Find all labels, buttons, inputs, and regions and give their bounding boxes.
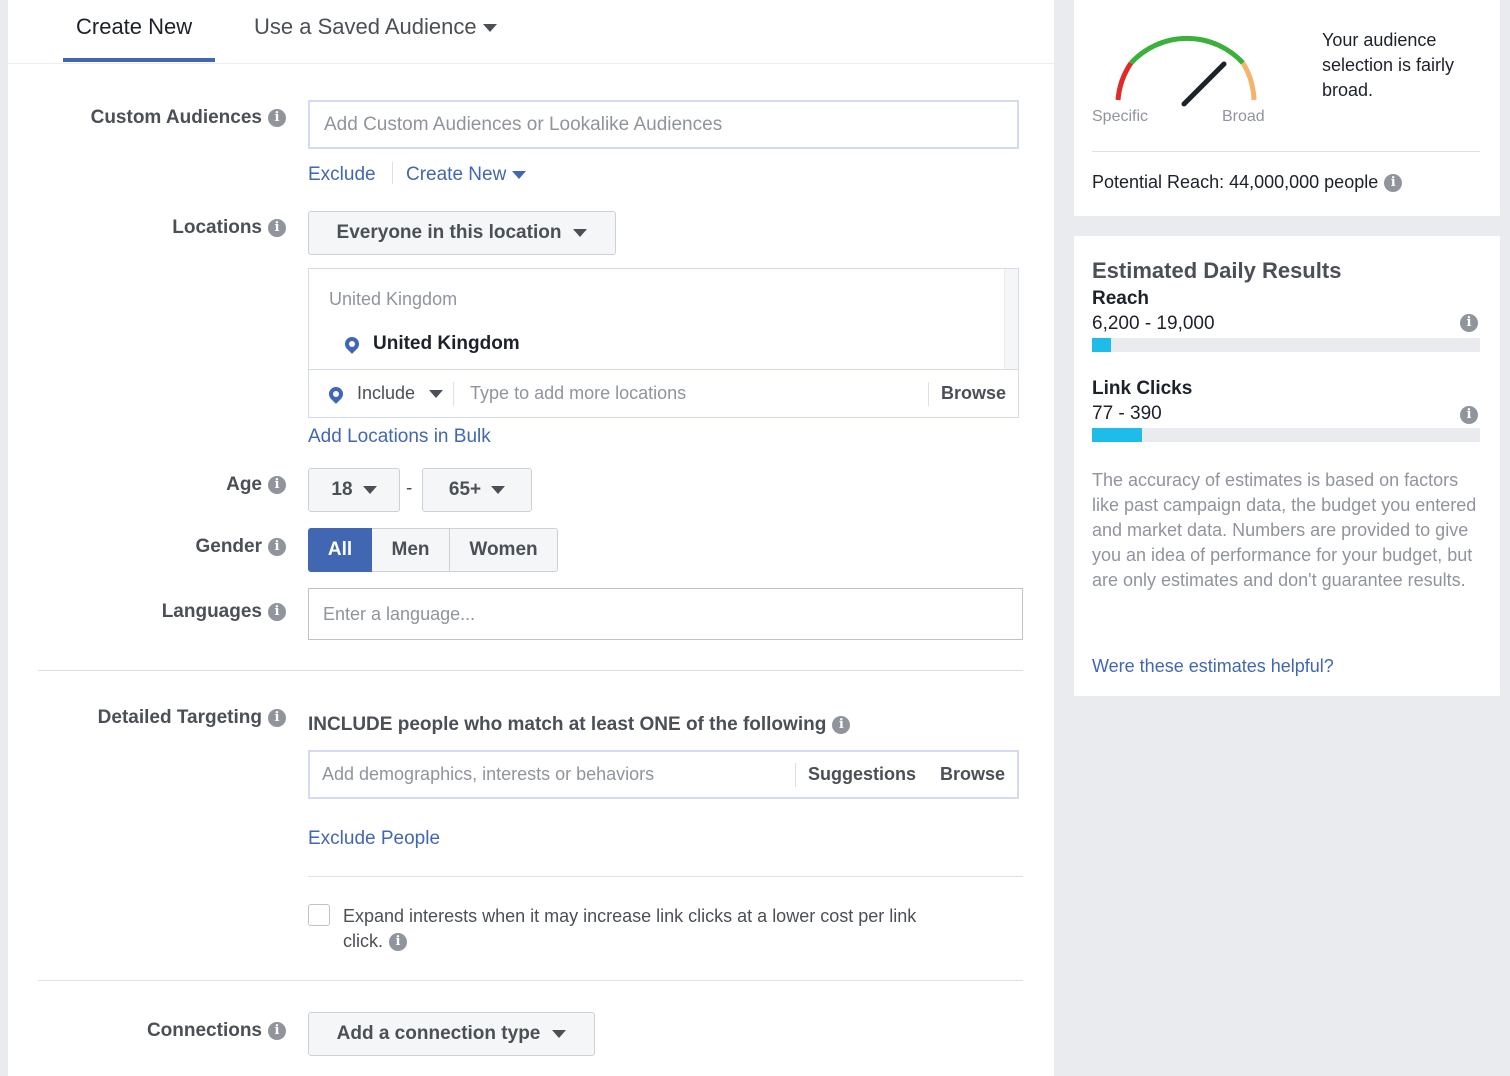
location-add-row: Include Type to add more locations Brows… — [309, 369, 1018, 417]
gender-segmented-control: All Men Women — [308, 528, 558, 572]
targeting-search-input[interactable]: Add demographics, interests or behaviors — [322, 764, 795, 785]
location-search-input[interactable]: Type to add more locations — [470, 383, 928, 404]
info-icon[interactable]: i — [389, 933, 407, 952]
tab-saved-audience[interactable]: Use a Saved Audience — [254, 14, 497, 40]
chevron-down-icon — [552, 1030, 567, 1038]
create-new-audience-link[interactable]: Create New — [406, 164, 527, 186]
section-divider — [308, 876, 1023, 877]
reach-label: Reach — [1092, 288, 1150, 309]
gauge-middle-arc — [1129, 35, 1245, 65]
info-icon[interactable]: i — [268, 218, 286, 237]
expand-interests-checkbox[interactable] — [308, 904, 330, 926]
reach-value: 6,200 - 19,000 — [1092, 313, 1215, 334]
link-clicks-value: 77 - 390 — [1092, 403, 1162, 424]
age-max-dropdown[interactable]: 65+ — [422, 468, 532, 512]
link-clicks-label: Link Clicks — [1092, 378, 1193, 399]
info-icon[interactable]: i — [1384, 174, 1403, 193]
field-divider — [927, 381, 929, 406]
languages-input[interactable]: Enter a language... — [308, 588, 1023, 640]
link-clicks-bar — [1092, 428, 1480, 442]
estimated-results-card: Estimated Daily Results Reach 6,200 - 19… — [1074, 236, 1500, 696]
location-type-dropdown[interactable]: Everyone in this location — [308, 211, 616, 255]
include-criteria-text: INCLUDE people who match at least ONE of… — [308, 714, 851, 736]
card-divider — [1092, 151, 1480, 152]
locations-label: Locations i — [172, 217, 286, 239]
languages-label: Languages i — [162, 601, 286, 623]
tab-bar: Create New Use a Saved Audience — [8, 0, 1054, 64]
info-icon[interactable]: i — [1460, 406, 1478, 424]
browse-targeting-button[interactable]: Browse — [940, 764, 1005, 785]
link-clicks-bar-fill — [1092, 428, 1143, 442]
chevron-down-icon — [491, 486, 506, 494]
estimates-disclaimer: The accuracy of estimates is based on fa… — [1092, 470, 1477, 590]
audience-size-card: Specific Broad Your audience selection i… — [1074, 0, 1500, 216]
include-dropdown[interactable]: Include — [357, 383, 444, 404]
audience-panel: Create New Use a Saved Audience Custom A… — [8, 0, 1054, 1076]
info-icon[interactable]: i — [268, 537, 286, 556]
location-group-header: United Kingdom — [329, 289, 458, 309]
gender-label: Gender i — [195, 536, 286, 558]
suggestions-button[interactable]: Suggestions — [808, 764, 916, 785]
info-icon[interactable]: i — [268, 475, 286, 494]
info-icon[interactable]: i — [268, 602, 286, 621]
estimates-feedback-link[interactable]: Were these estimates helpful? — [1092, 656, 1334, 677]
age-separator: - — [406, 478, 413, 499]
gauge-needle — [1181, 61, 1227, 107]
add-locations-bulk-link[interactable]: Add Locations in Bulk — [308, 426, 491, 448]
location-item[interactable]: United Kingdom — [342, 333, 520, 355]
gender-women-button[interactable]: Women — [450, 528, 558, 572]
info-icon[interactable]: i — [268, 1021, 286, 1040]
detailed-targeting-input: Add demographics, interests or behaviors… — [308, 750, 1019, 799]
gender-all-button[interactable]: All — [308, 528, 372, 572]
custom-audiences-label: Custom Audiences i — [91, 107, 286, 129]
active-tab-indicator — [63, 58, 215, 62]
reach-bar — [1092, 338, 1480, 352]
detailed-targeting-label: Detailed Targeting i — [98, 707, 286, 729]
tab-create-new[interactable]: Create New — [76, 14, 192, 40]
expand-interests-text: Expand interests when it may increase li… — [343, 906, 917, 952]
info-icon[interactable]: i — [1460, 314, 1478, 332]
exclude-audiences-link[interactable]: Exclude — [308, 164, 376, 186]
connection-type-dropdown[interactable]: Add a connection type — [308, 1012, 595, 1056]
section-divider — [38, 670, 1023, 671]
field-divider — [794, 762, 796, 787]
exclude-people-link[interactable]: Exclude People — [308, 828, 440, 850]
gauge-specific-arc — [1115, 61, 1134, 101]
location-list-box: United Kingdom United Kingdom Include Ty… — [308, 268, 1019, 418]
chevron-down-icon — [512, 170, 527, 179]
section-divider — [38, 980, 1023, 981]
age-min-dropdown[interactable]: 18 — [308, 468, 400, 512]
gauge-broad-arc — [1240, 61, 1257, 101]
gauge-broad-label: Broad — [1222, 108, 1265, 125]
chevron-down-icon — [362, 486, 377, 494]
field-divider — [453, 381, 455, 406]
estimated-results-title: Estimated Daily Results — [1092, 258, 1342, 283]
chevron-down-icon — [573, 229, 588, 237]
age-label: Age i — [226, 474, 286, 496]
location-pin-icon — [326, 383, 346, 404]
audience-description: Your audience selection is fairly broad. — [1322, 30, 1455, 100]
info-icon[interactable]: i — [832, 715, 851, 734]
gauge-specific-label: Specific — [1092, 108, 1149, 125]
connections-label: Connections i — [147, 1020, 286, 1042]
link-divider — [392, 162, 393, 184]
chevron-down-icon — [429, 390, 444, 399]
browse-locations-button[interactable]: Browse — [941, 383, 1006, 404]
location-pin-icon — [342, 334, 362, 354]
custom-audiences-input[interactable]: Add Custom Audiences or Lookalike Audien… — [308, 100, 1019, 149]
scrollbar[interactable] — [1004, 269, 1018, 369]
reach-bar-fill — [1092, 338, 1112, 352]
potential-reach: Potential Reach: 44,000,000 people i — [1092, 172, 1403, 193]
chevron-down-icon — [482, 24, 497, 33]
info-icon[interactable]: i — [268, 708, 286, 727]
gender-men-button[interactable]: Men — [372, 528, 450, 572]
info-icon[interactable]: i — [268, 108, 286, 127]
